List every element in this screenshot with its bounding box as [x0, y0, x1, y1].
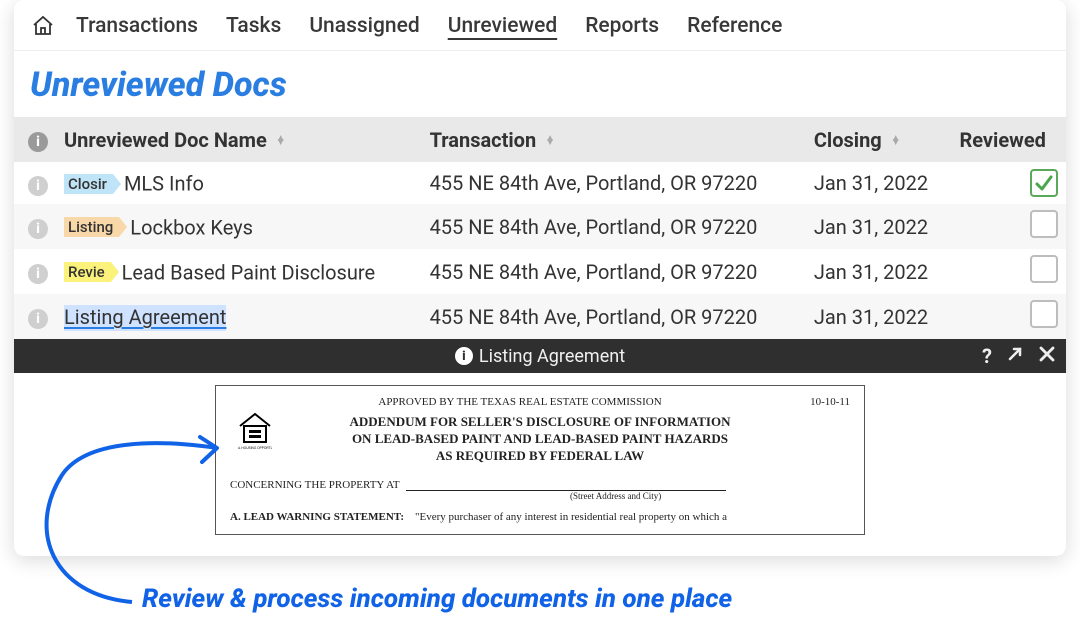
doc-name[interactable]: Listing Agreement — [64, 305, 226, 331]
status-tag: Closir — [64, 174, 113, 194]
info-icon[interactable]: i — [28, 219, 48, 239]
col-header-closing[interactable]: Closing ▲▼ — [806, 117, 952, 162]
status-tag: Revie — [64, 262, 111, 282]
preview-heading: AS REQUIRED BY FEDERAL LAW — [230, 448, 850, 465]
preview-date-code: 10-10-11 — [810, 396, 850, 408]
info-icon: i — [28, 132, 48, 152]
nav-item-transactions[interactable]: Transactions — [68, 10, 206, 42]
preview-warning-label: A. LEAD WARNING STATEMENT: — [230, 511, 404, 523]
preview-heading: ON LEAD-BASED PAINT AND LEAD-BASED PAINT… — [230, 431, 850, 448]
doc-name[interactable]: MLS Info — [124, 172, 204, 196]
preview-title: Listing Agreement — [479, 346, 625, 367]
sort-icon: ▲▼ — [891, 137, 901, 145]
closing-cell: Jan 31, 2022 — [806, 204, 952, 249]
status-tag: Listing — [64, 217, 119, 237]
preview-bar: i Listing Agreement ? — [14, 339, 1066, 373]
preview-street-hint: (Street Address and City) — [570, 491, 850, 501]
nav-item-unassigned[interactable]: Unassigned — [301, 10, 427, 42]
table-row[interactable]: i Listing Agreement 455 NE 84th Ave, Portl… — [14, 294, 1066, 339]
nav-item-reference[interactable]: Reference — [679, 10, 790, 42]
doc-name[interactable]: Lead Based Paint Disclosure — [122, 260, 375, 284]
preview-concerning: CONCERNING THE PROPERTY AT — [230, 479, 399, 491]
transaction-cell: 455 NE 84th Ave, Portland, OR 97220 — [422, 249, 806, 294]
home-icon[interactable] — [30, 13, 56, 39]
reviewed-checkbox[interactable] — [1030, 255, 1058, 283]
app-card: Transactions Tasks Unassigned Unreviewed Rep… — [14, 0, 1066, 556]
reviewed-checkbox[interactable] — [1030, 300, 1058, 328]
closing-cell: Jan 31, 2022 — [806, 162, 952, 204]
info-icon[interactable]: i — [28, 309, 48, 329]
transaction-cell: 455 NE 84th Ave, Portland, OR 97220 — [422, 162, 806, 204]
transaction-cell: 455 NE 84th Ave, Portland, OR 97220 — [422, 294, 806, 339]
closing-cell: Jan 31, 2022 — [806, 294, 952, 339]
info-icon[interactable]: i — [28, 176, 48, 196]
page-title: Unreviewed Docs — [14, 51, 1066, 117]
callout-text: Review & process incoming documents in o… — [142, 584, 732, 614]
sort-icon: ▲▼ — [545, 137, 555, 145]
nav-item-reports[interactable]: Reports — [577, 10, 667, 42]
docs-table: i Unreviewed Doc Name ▲▼ Transaction ▲▼ … — [14, 117, 1066, 339]
closing-cell: Jan 31, 2022 — [806, 249, 952, 294]
info-icon[interactable]: i — [455, 347, 473, 365]
reviewed-checkbox[interactable] — [1030, 210, 1058, 238]
info-icon[interactable]: i — [28, 264, 48, 284]
preview-warning-text: "Every purchaser of any interest in resi… — [415, 511, 727, 523]
table-row[interactable]: i Closir MLS Info 455 NE 84th Ave, Portlan… — [14, 162, 1066, 204]
preview-heading: ADDENDUM FOR SELLER'S DISCLOSURE OF INFO… — [230, 414, 850, 431]
preview-approved: APPROVED BY THE TEXAS REAL ESTATE COMMIS… — [378, 396, 661, 408]
navbar: Transactions Tasks Unassigned Unreviewed Rep… — [14, 0, 1066, 51]
equal-housing-icon: EQUAL HOUSING OPPORTUNITY — [238, 412, 272, 454]
col-header-transaction[interactable]: Transaction ▲▼ — [422, 117, 806, 162]
table-row[interactable]: i Revie Lead Based Paint Disclosure 455 NE… — [14, 249, 1066, 294]
reviewed-checkbox[interactable] — [1030, 169, 1058, 197]
transaction-cell: 455 NE 84th Ave, Portland, OR 97220 — [422, 204, 806, 249]
sort-icon: ▲▼ — [276, 137, 286, 145]
doc-name[interactable]: Lockbox Keys — [130, 215, 253, 239]
nav-item-unreviewed[interactable]: Unreviewed — [440, 10, 565, 42]
table-row[interactable]: i Listing Lockbox Keys 455 NE 84th Ave, Po… — [14, 204, 1066, 249]
nav-item-tasks[interactable]: Tasks — [218, 10, 289, 42]
svg-text:EQUAL HOUSING OPPORTUNITY: EQUAL HOUSING OPPORTUNITY — [238, 446, 272, 450]
document-preview[interactable]: APPROVED BY THE TEXAS REAL ESTATE COMMIS… — [215, 385, 865, 535]
col-header-name[interactable]: Unreviewed Doc Name ▲▼ — [56, 117, 422, 162]
col-header-reviewed: Reviewed — [951, 117, 1066, 162]
